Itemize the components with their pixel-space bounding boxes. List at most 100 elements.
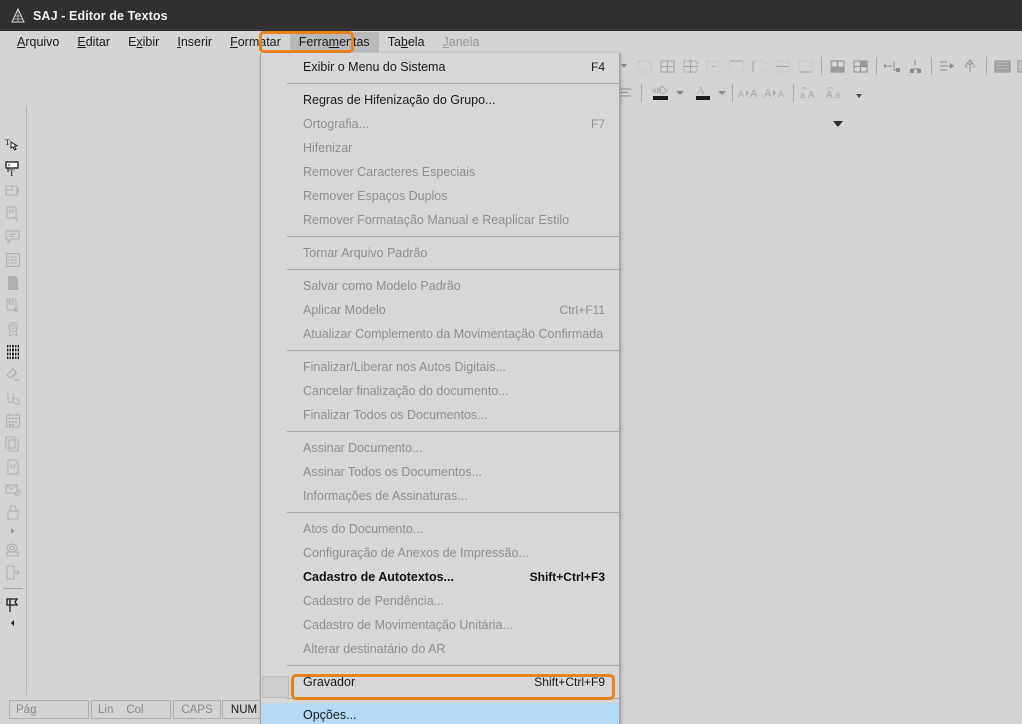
collapse-left-icon[interactable] xyxy=(2,616,24,630)
text-box-icon[interactable]: T xyxy=(2,156,24,179)
menu-item-label: Finalizar/Liberar nos Autos Digitais... xyxy=(303,360,506,374)
menu-item-label: Cadastro de Pendência... xyxy=(303,594,445,608)
menu-item-label: Hifenizar xyxy=(303,141,353,155)
menu-item-shortcut: F4 xyxy=(590,60,605,74)
menu-item-label: Opções... xyxy=(303,708,357,722)
menu-item-label: Tornar Arquivo Padrão xyxy=(303,246,428,260)
menu-separator xyxy=(287,350,619,351)
menu-item-label: Ortografia... xyxy=(303,117,369,131)
svg-text:M: M xyxy=(10,464,16,471)
send-mail-icon xyxy=(197,55,220,78)
toolbar-separator xyxy=(123,57,124,75)
canvas-dropdown-arrow-icon[interactable] xyxy=(833,121,843,127)
menu-item-cadastro-de-autotextos[interactable]: Cadastro de Autotextos... Shift+Ctrl+F3 xyxy=(261,565,619,589)
open-folder-icon[interactable] xyxy=(50,55,73,78)
new-document-icon[interactable] xyxy=(27,55,50,78)
menu-separator xyxy=(287,665,619,666)
menu-item-configuração-de-anexos-de-impressão: Configuração de Anexos de Impressão... xyxy=(261,541,619,565)
menu-separator xyxy=(287,269,619,270)
menu-item-label: Regras de Hifenização do Grupo... xyxy=(303,93,496,107)
delete-field-icon xyxy=(2,294,24,317)
menu-item-cadastro-de-pendência: Cadastro de Pendência... xyxy=(261,589,619,613)
page-icon xyxy=(2,271,24,294)
insert-field-icon xyxy=(2,179,24,202)
ferramentas-dropdown-menu[interactable]: Exibir o Menu do Sistema F4 Regras de Hife… xyxy=(260,53,620,724)
app-logo-icon xyxy=(11,7,25,22)
export-icon xyxy=(2,561,24,584)
menu-item-label: Informações de Assinaturas... xyxy=(303,489,468,503)
menubar-item-arquivo[interactable]: AArquivorquivo xyxy=(8,32,68,52)
menu-item-label: Assinar Todos os Documentos... xyxy=(303,465,483,479)
spellcheck-icon: ABC xyxy=(220,55,243,78)
menubar-item-inserir[interactable]: Inserir xyxy=(168,32,221,52)
menu-item-opções[interactable]: Opções... xyxy=(261,703,619,724)
menu-item-aplicar-modelo: Aplicar Modelo Ctrl+F11 xyxy=(261,298,619,322)
status-line-col-cell: Lin Col xyxy=(91,700,171,719)
menu-separator xyxy=(287,236,619,237)
menu-item-exibir-o-menu-do-sistema[interactable]: Exibir o Menu do Sistema F4 xyxy=(261,55,619,79)
menu-item-label: Aplicar Modelo xyxy=(303,303,386,317)
format-painter-icon[interactable]: A xyxy=(4,81,27,104)
chevron-down-icon[interactable] xyxy=(159,90,167,95)
svg-text:ABC: ABC xyxy=(226,61,239,67)
status-col-label: Col xyxy=(126,703,144,716)
status-page-label: Pág xyxy=(16,703,37,716)
menu-item-label: Exibir o Menu do Sistema xyxy=(303,60,446,74)
menu-item-label: Salvar como Modelo Padrão xyxy=(303,279,461,293)
model-icon: M xyxy=(2,455,24,478)
menu-item-label: Atos do Documento... xyxy=(303,522,424,536)
menu-separator xyxy=(287,698,619,699)
menu-item-gravador[interactable]: Gravador Shift+Ctrl+F9 xyxy=(261,670,619,694)
menubar-item-editar[interactable]: Editar xyxy=(68,32,119,52)
document-properties-icon xyxy=(2,202,24,225)
toolbar-separator xyxy=(247,57,248,75)
status-page-cell: Pág xyxy=(9,700,89,719)
open-document-icon[interactable] xyxy=(73,55,96,78)
menu-item-label: Assinar Documento... xyxy=(303,441,423,455)
menu-item-label: Configuração de Anexos de Impressão... xyxy=(303,546,529,560)
status-line-label: Lin xyxy=(98,703,114,716)
print-preview-icon xyxy=(151,55,174,78)
menubar-item-ferramentas[interactable]: Ferramentas xyxy=(289,32,379,52)
status-num-label: NUM xyxy=(230,703,258,716)
menu-item-label: Remover Espaços Duplos xyxy=(303,189,448,203)
flag-icon[interactable] xyxy=(2,593,24,616)
envelope-edit-icon xyxy=(2,478,24,501)
stamp-icon xyxy=(2,538,24,561)
print-setup-icon xyxy=(174,55,197,78)
menu-item-shortcut: Shift+Ctrl+F9 xyxy=(534,675,605,689)
menu-item-label: Atualizar Complemento da Movimentação Co… xyxy=(303,327,604,341)
menubar-item-tabela[interactable]: Tabela xyxy=(379,32,434,52)
menu-item-shortcut: Ctrl+F11 xyxy=(559,303,605,317)
menu-item-label: Finalizar Todos os Documentos... xyxy=(303,408,488,422)
svg-text:T: T xyxy=(9,168,15,177)
svg-text:T: T xyxy=(5,138,10,147)
menu-item-label: Remover Formatação Manual e Reaplicar Es… xyxy=(303,213,570,227)
menu-item-shortcut: Shift+Ctrl+F3 xyxy=(529,570,605,584)
new-document-from-template-icon[interactable] xyxy=(4,55,27,78)
style-combo[interactable] xyxy=(32,83,172,102)
left-tool-strip: T T M xyxy=(0,106,26,695)
menu-item-label: Gravador xyxy=(303,675,356,689)
menu-separator xyxy=(287,431,619,432)
menu-item-tornar-arquivo-padrão: Tornar Arquivo Padrão xyxy=(261,241,619,265)
status-caps-label: CAPS xyxy=(181,703,213,716)
gavel-icon xyxy=(2,363,24,386)
menu-item-assinar-documento: Assinar Documento... xyxy=(261,436,619,460)
menu-item-atos-do-documento: Atos do Documento... xyxy=(261,517,619,541)
window-title: SAJ - Editor de Textos xyxy=(33,8,168,23)
text-select-icon[interactable]: T xyxy=(2,133,24,156)
attachment-icon xyxy=(2,386,24,409)
menu-item-regras-de-hifenização-do-grupo[interactable]: Regras de Hifenização do Grupo... xyxy=(261,88,619,112)
menu-item-ortografia: Ortografia... F7 xyxy=(261,112,619,136)
menubar-item-exibir[interactable]: Exibir xyxy=(119,32,168,52)
barcode-icon[interactable] xyxy=(2,340,24,363)
menu-item-assinar-todos-os-documentos: Assinar Todos os Documentos... xyxy=(261,460,619,484)
menu-bar: AArquivorquivo Editar Exibir Inserir For… xyxy=(0,31,1022,53)
status-caps-cell: CAPS xyxy=(173,700,221,719)
menu-item-informações-de-assinaturas: Informações de Assinaturas... xyxy=(261,484,619,508)
menu-item-finalizar-todos-os-documentos: Finalizar Todos os Documentos... xyxy=(261,403,619,427)
menu-item-hifenizar: Hifenizar xyxy=(261,136,619,160)
svg-text:A: A xyxy=(8,85,17,99)
menubar-item-formatar[interactable]: Formatar xyxy=(221,32,290,52)
